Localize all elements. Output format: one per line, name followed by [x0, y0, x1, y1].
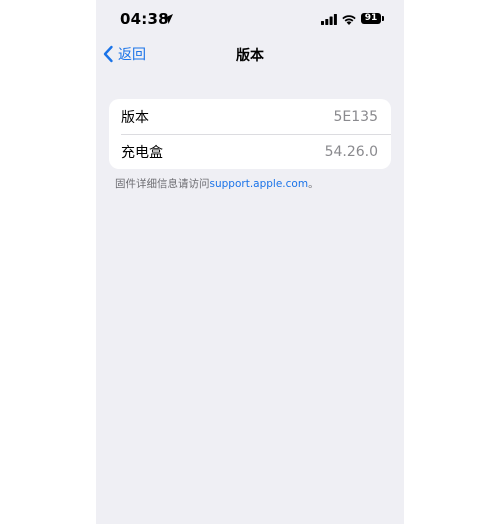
status-bar: 04:38 91: [96, 0, 404, 38]
version-list: 版本 5E135 充电盒 54.26.0: [109, 99, 391, 169]
battery-level: 91: [361, 13, 381, 24]
page-title: 版本: [236, 48, 264, 64]
row-label: 版本: [121, 109, 149, 126]
support-link[interactable]: support.apple.com: [210, 178, 309, 190]
navigation-bar: 返回 版本: [96, 38, 404, 70]
list-item-version: 版本 5E135: [109, 99, 391, 134]
phone-screen: 04:38 91 返回 版本 版本 5E135 充电盒 54.26.0 固件详细…: [96, 0, 404, 524]
firmware-footer-note: 固件详细信息请访问support.apple.com。: [115, 176, 319, 191]
list-item-charging-case: 充电盒 54.26.0: [109, 134, 391, 169]
row-value: 54.26.0: [324, 143, 378, 160]
location-arrow-icon: [163, 14, 173, 24]
footer-text: 固件详细信息请访问: [115, 178, 210, 190]
row-value: 5E135: [333, 108, 378, 125]
footer-suffix: 。: [308, 178, 319, 190]
battery-tip: [382, 16, 384, 21]
wifi-icon: [342, 15, 356, 25]
row-label: 充电盒: [121, 144, 163, 161]
cellular-signal-icon: [321, 14, 337, 25]
